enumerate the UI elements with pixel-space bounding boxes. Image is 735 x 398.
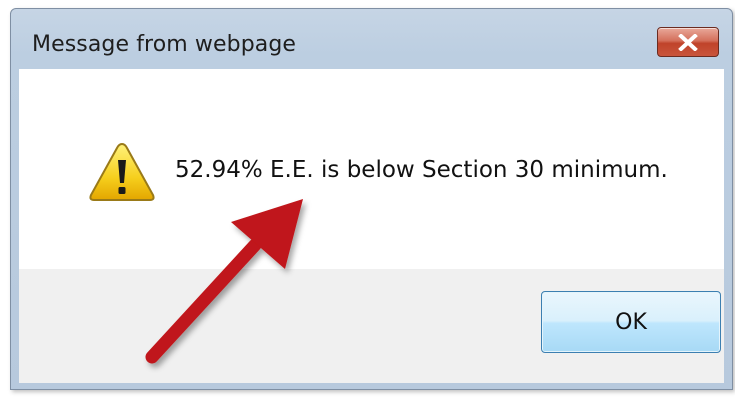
ok-button[interactable]: OK bbox=[541, 291, 721, 353]
title-bar[interactable]: Message from webpage bbox=[11, 9, 732, 69]
button-bar: OK bbox=[19, 269, 724, 383]
dialog-title: Message from webpage bbox=[32, 32, 297, 57]
close-icon bbox=[678, 34, 698, 51]
dialog-body: 52.94% E.E. is below Section 30 minimum.… bbox=[19, 69, 724, 383]
warning-icon bbox=[89, 142, 155, 201]
dialog-window: Message from webpage 52.94% E.E. is belo… bbox=[10, 8, 733, 390]
message-area: 52.94% E.E. is below Section 30 minimum. bbox=[19, 69, 724, 269]
message-text: 52.94% E.E. is below Section 30 minimum. bbox=[175, 157, 668, 183]
close-button[interactable] bbox=[657, 27, 719, 57]
